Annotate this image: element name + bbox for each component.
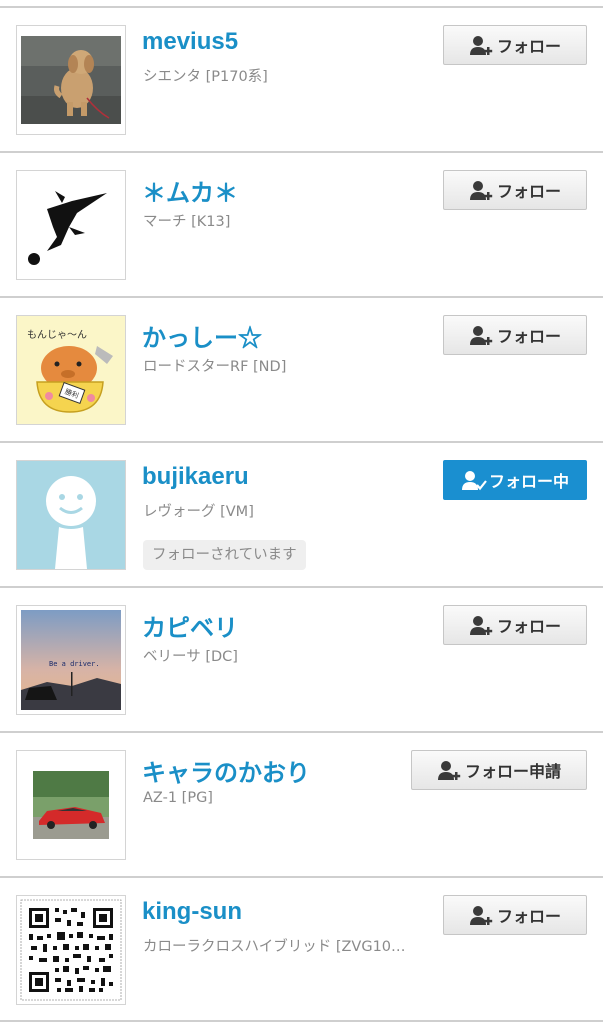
avatar-caption: Be a driver. bbox=[49, 660, 100, 668]
follow-button-label: フォロー bbox=[496, 37, 561, 56]
user-plus-icon bbox=[469, 179, 495, 201]
user-check-icon bbox=[461, 469, 487, 491]
car-model[interactable]: ベリーサ [DC] bbox=[143, 645, 238, 666]
follow-button[interactable]: フォロー bbox=[443, 170, 587, 210]
user-plus-icon bbox=[469, 904, 495, 926]
avatar[interactable] bbox=[16, 170, 126, 280]
dog-photo bbox=[17, 26, 125, 134]
user-row: bujikaeru レヴォーグ [VM] フォローされています フォロー中 bbox=[0, 441, 603, 586]
user-row: Be a driver. カピベリ ベリーサ [DC] フォロー bbox=[0, 586, 603, 731]
user-name[interactable]: カピベリ bbox=[142, 608, 238, 643]
avatar[interactable]: もんじゃ〜ん 勝利 bbox=[16, 315, 126, 425]
avatar[interactable] bbox=[16, 460, 126, 570]
user-name[interactable]: かっしー☆ bbox=[142, 318, 262, 353]
avatar[interactable]: Be a driver. bbox=[16, 605, 126, 715]
follow-request-button[interactable]: フォロー申請 bbox=[411, 750, 587, 790]
dusk-car-photo: Be a driver. bbox=[17, 606, 125, 714]
user-plus-icon bbox=[437, 759, 463, 781]
user-plus-icon bbox=[469, 324, 495, 346]
following-button[interactable]: フォロー中 bbox=[443, 460, 587, 500]
car-model[interactable]: カローラクロスハイブリッド [ZVG10… bbox=[143, 935, 406, 956]
following-button-label: フォロー中 bbox=[488, 472, 569, 491]
car-model[interactable]: ロードスターRF [ND] bbox=[143, 355, 286, 376]
avatar[interactable] bbox=[16, 25, 126, 135]
avatar[interactable] bbox=[16, 750, 126, 860]
follow-button-label: フォロー bbox=[496, 617, 561, 636]
user-row: ＊ムカ＊ マーチ [K13] フォロー bbox=[0, 151, 603, 296]
user-name[interactable]: キャラのかおり bbox=[142, 753, 310, 788]
car-model[interactable]: マーチ [K13] bbox=[143, 210, 230, 231]
avatar[interactable] bbox=[16, 895, 126, 1005]
follow-button[interactable]: フォロー bbox=[443, 25, 587, 65]
follow-button-label: フォロー bbox=[496, 327, 561, 346]
user-row: king-sun カローラクロスハイブリッド [ZVG10… フォロー bbox=[0, 876, 603, 1021]
car-model[interactable]: シエンタ [P170系] bbox=[143, 65, 268, 86]
user-plus-icon bbox=[469, 614, 495, 636]
user-name[interactable]: ＊ムカ＊ bbox=[142, 173, 238, 208]
user-name[interactable]: bujikaeru bbox=[142, 463, 249, 491]
car-model[interactable]: レヴォーグ [VM] bbox=[143, 500, 254, 521]
qr-code bbox=[17, 896, 125, 1004]
user-plus-icon bbox=[469, 34, 495, 56]
soccer-silhouette bbox=[17, 171, 125, 279]
car-model[interactable]: AZ-1 [PG] bbox=[143, 790, 213, 806]
follow-button[interactable]: フォロー bbox=[443, 315, 587, 355]
follow-button[interactable]: フォロー bbox=[443, 605, 587, 645]
follow-button-label: フォロー bbox=[496, 907, 561, 926]
follow-button-label: フォロー bbox=[496, 182, 561, 201]
default-avatar bbox=[17, 461, 125, 569]
avatar-caption: もんじゃ〜ん bbox=[27, 329, 87, 341]
user-name[interactable]: mevius5 bbox=[142, 28, 238, 56]
user-list: mevius5 シエンタ [P170系] フォロー ＊ムカ＊ マーチ [K13] bbox=[0, 0, 603, 1024]
user-row: もんじゃ〜ん 勝利 かっしー☆ ロードスターRF [ND] フォロー bbox=[0, 296, 603, 441]
user-name[interactable]: king-sun bbox=[142, 898, 242, 926]
user-row: キャラのかおり AZ-1 [PG] フォロー申請 bbox=[0, 731, 603, 876]
divider bbox=[0, 1020, 603, 1022]
followed-by-badge: フォローされています bbox=[143, 540, 306, 570]
red-car-photo bbox=[17, 751, 125, 859]
follow-request-button-label: フォロー申請 bbox=[464, 762, 561, 781]
user-row: mevius5 シエンタ [P170系] フォロー bbox=[0, 6, 603, 151]
capybara-illustration: もんじゃ〜ん 勝利 bbox=[17, 316, 125, 424]
follow-button[interactable]: フォロー bbox=[443, 895, 587, 935]
